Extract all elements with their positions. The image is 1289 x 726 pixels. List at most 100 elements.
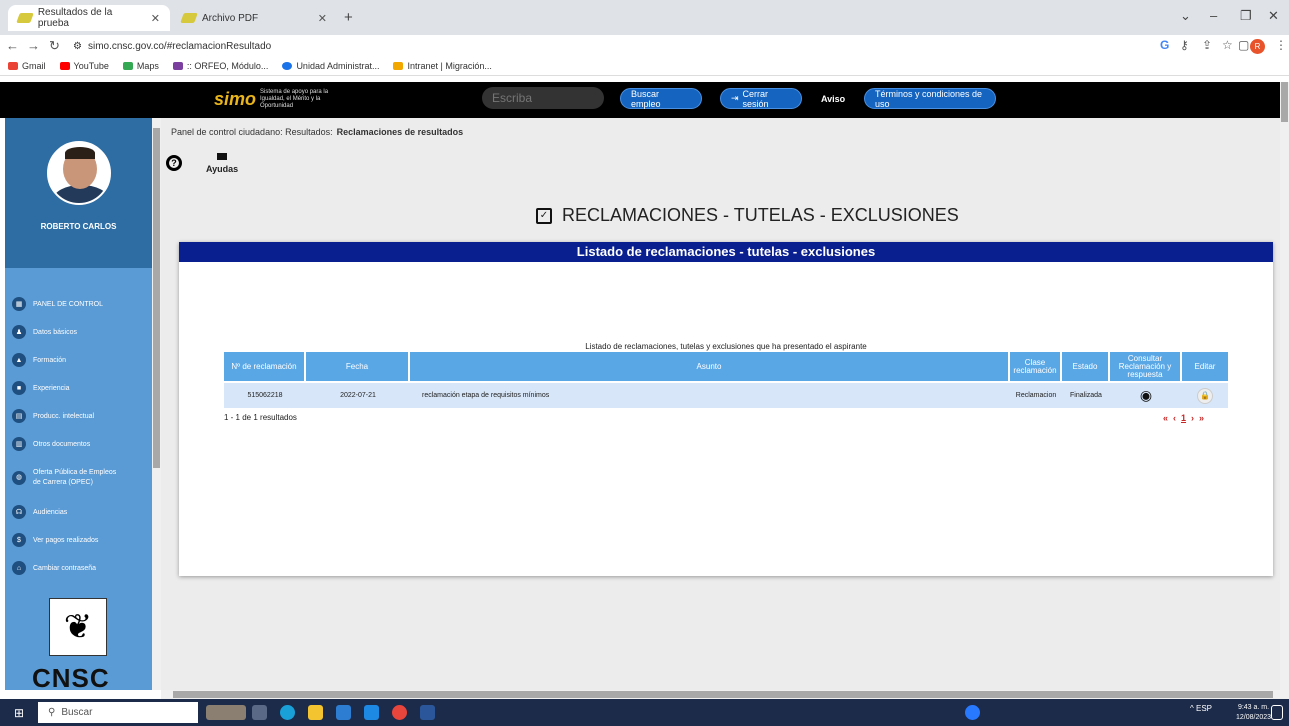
sidepanel-icon[interactable]: ▢ [1238, 38, 1249, 52]
buscar-empleo-button[interactable]: Buscar empleo [620, 88, 702, 109]
chrome-icon[interactable] [392, 705, 407, 720]
language-indicator[interactable]: ESP [1196, 704, 1212, 713]
browser-tabbar: Resultados de la prueba ✕ Archivo PDF ✕ … [0, 0, 1289, 35]
sidebar-scrollbar[interactable] [152, 118, 161, 690]
sidebar-item-opec[interactable]: ◍ Oferta Pública de Empleos de Carrera (O… [5, 458, 152, 498]
sidebar-item-label: Audiencias [33, 508, 68, 516]
clock[interactable]: 9:43 a. m. 12/08/2023 [1236, 703, 1271, 723]
reload-icon[interactable]: ↻ [49, 38, 60, 54]
column-consultar[interactable]: Consultar Reclamación y respuesta [1110, 352, 1182, 381]
terminos-button[interactable]: Términos y condiciones de uso [864, 88, 996, 109]
maps-icon [122, 62, 133, 70]
horizontal-scrollbar[interactable] [161, 690, 1289, 699]
column-fecha[interactable]: Fecha [306, 352, 410, 381]
next-page-icon[interactable]: › [1191, 413, 1194, 423]
avatar[interactable] [47, 141, 111, 205]
video-camera-icon [217, 153, 228, 160]
sidebar-item-datos-basicos[interactable]: ♟ Datos básicos [5, 318, 152, 346]
sidebar-item-pagos[interactable]: $ Ver pagos realizados [5, 526, 152, 554]
bookmark-unidad[interactable]: Unidad Administrat... [282, 61, 379, 71]
share-icon[interactable]: ⇪ [1202, 38, 1212, 52]
prev-page-icon[interactable]: ‹ [1173, 413, 1176, 423]
restore-icon[interactable]: ❐ [1240, 8, 1252, 24]
windows-start-icon[interactable]: ⊞ [14, 706, 24, 720]
file-explorer-icon[interactable] [308, 705, 323, 720]
column-numero[interactable]: Nº de reclamación [224, 352, 306, 381]
password-key-icon[interactable]: ⚷ [1180, 38, 1189, 52]
view-eye-icon[interactable]: ◉ [1140, 387, 1152, 404]
bookmark-maps[interactable]: Maps [122, 61, 159, 71]
ayudas-button[interactable]: Ayudas [206, 153, 238, 174]
sidebar-item-otros-documentos[interactable]: ▥ Otros documentos [5, 430, 152, 458]
bookmark-gmail[interactable]: Gmail [8, 61, 46, 71]
mail-icon[interactable] [364, 705, 379, 720]
tab-search-icon[interactable]: ⌄ [1180, 8, 1191, 24]
bookmark-intranet[interactable]: Intranet | Migración... [393, 61, 492, 71]
sidebar-item-experiencia[interactable]: ■ Experiencia [5, 374, 152, 402]
close-tab-icon[interactable]: ✕ [151, 12, 160, 25]
system-tray[interactable]: ^ ESP [1190, 704, 1212, 713]
close-window-icon[interactable]: ✕ [1268, 8, 1279, 24]
sidebar-item-cambiar-contrasena[interactable]: ⌂ Cambiar contraseña [5, 554, 152, 582]
page-title: ✓ RECLAMACIONES - TUTELAS - EXCLUSIONES [536, 205, 959, 226]
gmail-icon [8, 62, 18, 70]
notifications-icon[interactable] [1271, 705, 1283, 720]
scrollbar-thumb[interactable] [153, 128, 160, 468]
back-icon[interactable]: ← [6, 38, 19, 53]
scrollbar-thumb[interactable] [173, 691, 1273, 698]
sidebar-item-panel-control[interactable]: ▦ PANEL DE CONTROL [5, 290, 152, 318]
cell-fecha: 2022-07-21 [340, 392, 376, 399]
column-editar[interactable]: Editar [1182, 352, 1228, 381]
profile-avatar[interactable]: R [1250, 39, 1265, 54]
edge-icon[interactable] [280, 705, 295, 720]
simo-logo[interactable]: simo Sistema de apoyo para la Igualdad, … [214, 89, 350, 110]
sidebar-item-audiencias[interactable]: ☊ Audiencias [5, 498, 152, 526]
page-scrollbar[interactable] [1280, 82, 1289, 690]
pagination: « ‹ 1 › » [1163, 413, 1204, 423]
aviso-link[interactable]: Aviso [821, 94, 845, 104]
help-app-icon[interactable] [965, 705, 980, 720]
panel-title: Listado de reclamaciones - tutelas - exc… [179, 242, 1273, 262]
bookmark-label: Intranet | Migración... [407, 61, 492, 71]
current-page[interactable]: 1 [1181, 413, 1186, 423]
tab-label: Archivo PDF [202, 12, 259, 24]
taskbar-search[interactable]: ⚲ Buscar [38, 702, 198, 723]
scrollbar-thumb[interactable] [1281, 82, 1288, 122]
task-view-icon[interactable] [252, 705, 267, 720]
column-estado[interactable]: Estado [1062, 352, 1110, 381]
first-page-icon[interactable]: « [1163, 413, 1168, 423]
bookmark-orfeo[interactable]: :: ORFEO, Módulo... [172, 61, 268, 71]
column-clase[interactable]: Clase reclamación [1010, 352, 1062, 381]
sidebar-item-formacion[interactable]: ▲ Formación [5, 346, 152, 374]
site-info-icon[interactable]: ⚙ [73, 41, 82, 52]
audience-icon: ☊ [12, 505, 26, 519]
url-text: simo.cnsc.gov.co/#reclamacionResultado [87, 40, 272, 52]
weather-widget-icon[interactable] [206, 705, 246, 720]
word-icon[interactable] [420, 705, 435, 720]
cell-numero: 515062218 [247, 392, 283, 399]
edit-lock-icon[interactable]: 🔒 [1197, 387, 1213, 404]
minimize-icon[interactable]: – [1210, 8, 1217, 23]
new-tab-icon[interactable]: + [344, 9, 353, 26]
bookmark-youtube[interactable]: YouTube [59, 61, 109, 71]
store-icon[interactable] [336, 705, 351, 720]
google-icon[interactable]: G [1160, 38, 1169, 52]
tab-resultados[interactable]: Resultados de la prueba ✕ [8, 5, 170, 31]
forward-icon[interactable]: → [27, 38, 40, 53]
column-asunto[interactable]: Asunto [410, 352, 1010, 381]
page-favicon-icon [180, 13, 198, 23]
menu-dots-icon[interactable]: ⋮ [1275, 38, 1287, 52]
url-field[interactable]: ⚙ simo.cnsc.gov.co/#reclamacionResultado [73, 37, 1173, 55]
help-icon[interactable]: ? [166, 155, 182, 171]
sidebar-item-label: Producc. intelectual [33, 412, 95, 420]
cerrar-sesion-button[interactable]: ⇥ Cerrar sesión [720, 88, 802, 109]
calendar-check-icon: ✓ [536, 207, 552, 224]
search-input[interactable] [482, 87, 604, 109]
last-page-icon[interactable]: » [1199, 413, 1204, 423]
tab-archivo-pdf[interactable]: Archivo PDF ✕ [172, 5, 337, 31]
orfeo-icon [172, 62, 183, 70]
breadcrumb: Panel de control ciudadano: Resultados: … [161, 118, 1280, 146]
sidebar-item-produccion[interactable]: ▤ Producc. intelectual [5, 402, 152, 430]
close-tab-icon[interactable]: ✕ [318, 12, 327, 25]
bookmark-star-icon[interactable]: ☆ [1222, 38, 1233, 52]
